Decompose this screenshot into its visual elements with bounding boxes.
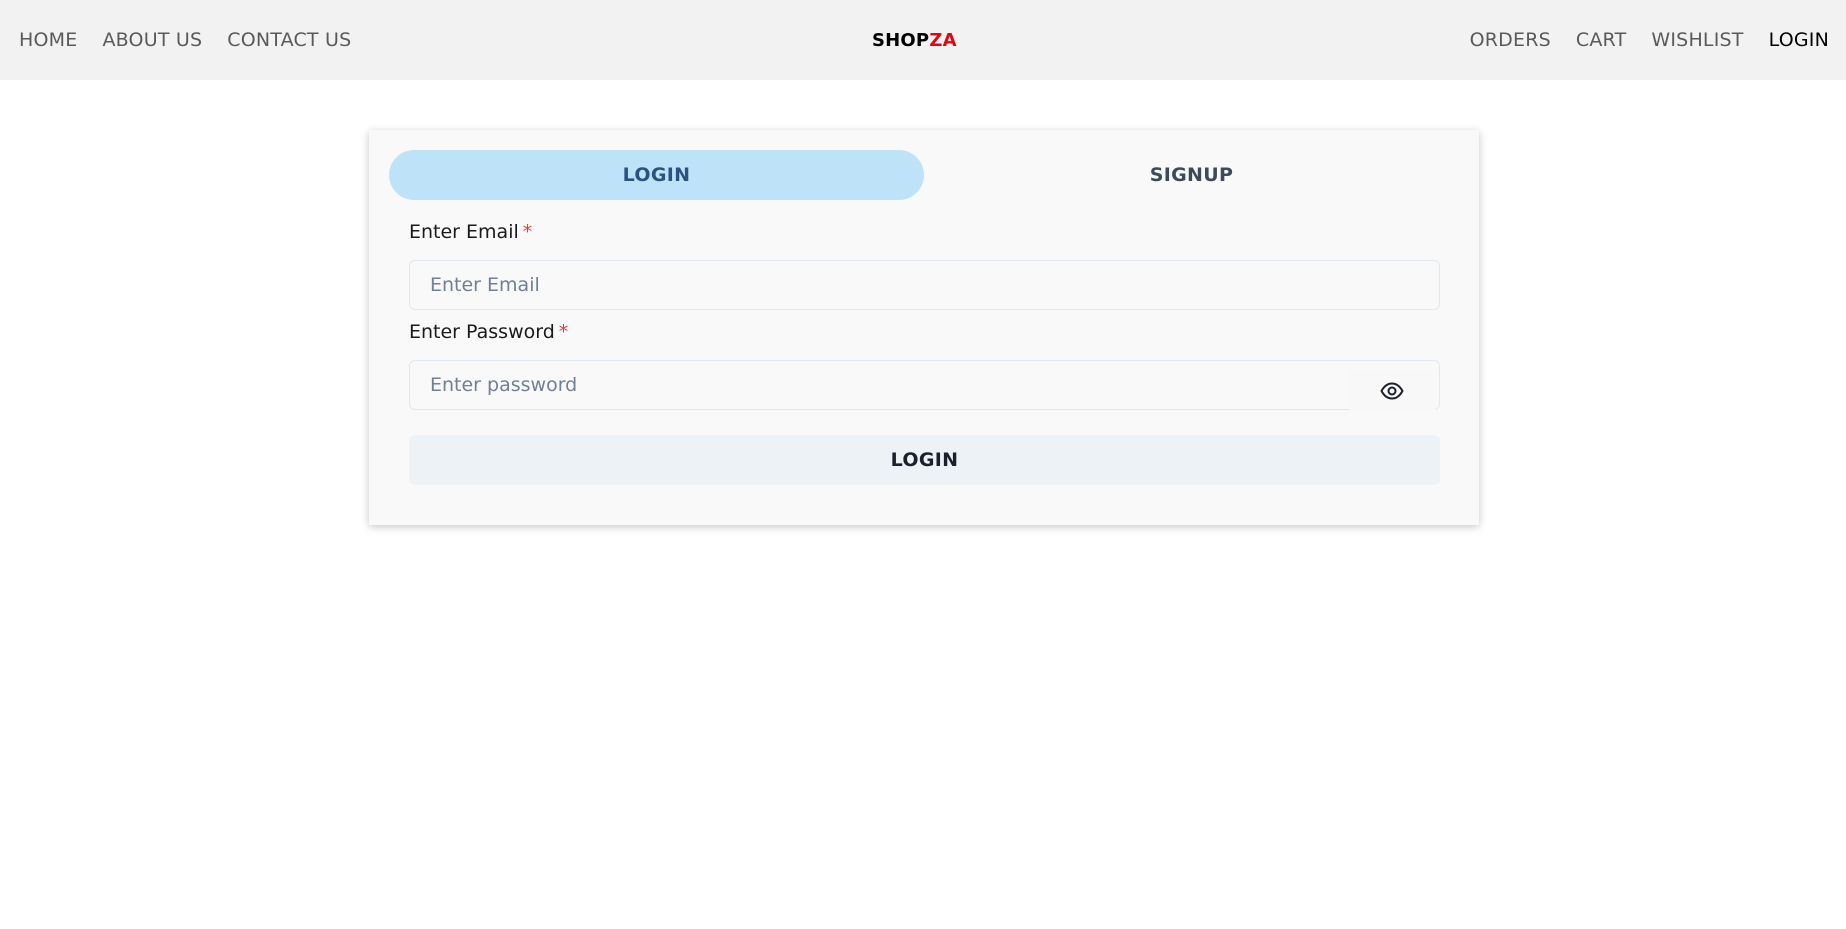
auth-card: LOGIN SIGNUP Enter Email* Enter Password… [369, 130, 1479, 525]
email-label-text: Enter Email [409, 221, 519, 243]
email-label: Enter Email * [409, 221, 532, 243]
nav-contact-us-link[interactable]: CONTACT US [227, 29, 351, 51]
password-input[interactable] [409, 360, 1440, 410]
brand-logo-part-za: ZA [929, 29, 957, 51]
top-navbar: HOME ABOUT US CONTACT US SHOP ZA ORDERS C… [0, 0, 1846, 80]
nav-login-link[interactable]: LOGIN [1769, 29, 1829, 51]
nav-home-link[interactable]: HOME [19, 29, 77, 51]
auth-tabs: LOGIN SIGNUP [389, 150, 1459, 200]
nav-right-links: ORDERS CART WISHLIST LOGIN [1470, 0, 1829, 80]
password-label: Enter Password * [409, 321, 568, 343]
tab-login[interactable]: LOGIN [389, 150, 924, 200]
nav-cart-link[interactable]: CART [1576, 29, 1627, 51]
nav-wishlist-link[interactable]: WISHLIST [1651, 29, 1743, 51]
login-submit-button[interactable]: LOGIN [409, 435, 1440, 485]
email-required-mark: * [522, 221, 533, 243]
password-label-text: Enter Password [409, 321, 555, 343]
tab-signup[interactable]: SIGNUP [924, 150, 1459, 200]
nav-orders-link[interactable]: ORDERS [1470, 29, 1551, 51]
eye-icon [1380, 382, 1404, 400]
email-input[interactable] [409, 260, 1440, 310]
brand-logo-part-shop: SHOP [872, 29, 930, 51]
nav-about-us-link[interactable]: ABOUT US [102, 29, 202, 51]
nav-left-links: HOME ABOUT US CONTACT US [19, 0, 351, 80]
password-required-mark: * [558, 321, 569, 343]
brand-logo[interactable]: SHOP ZA [872, 0, 957, 80]
show-password-button[interactable] [1348, 370, 1436, 412]
